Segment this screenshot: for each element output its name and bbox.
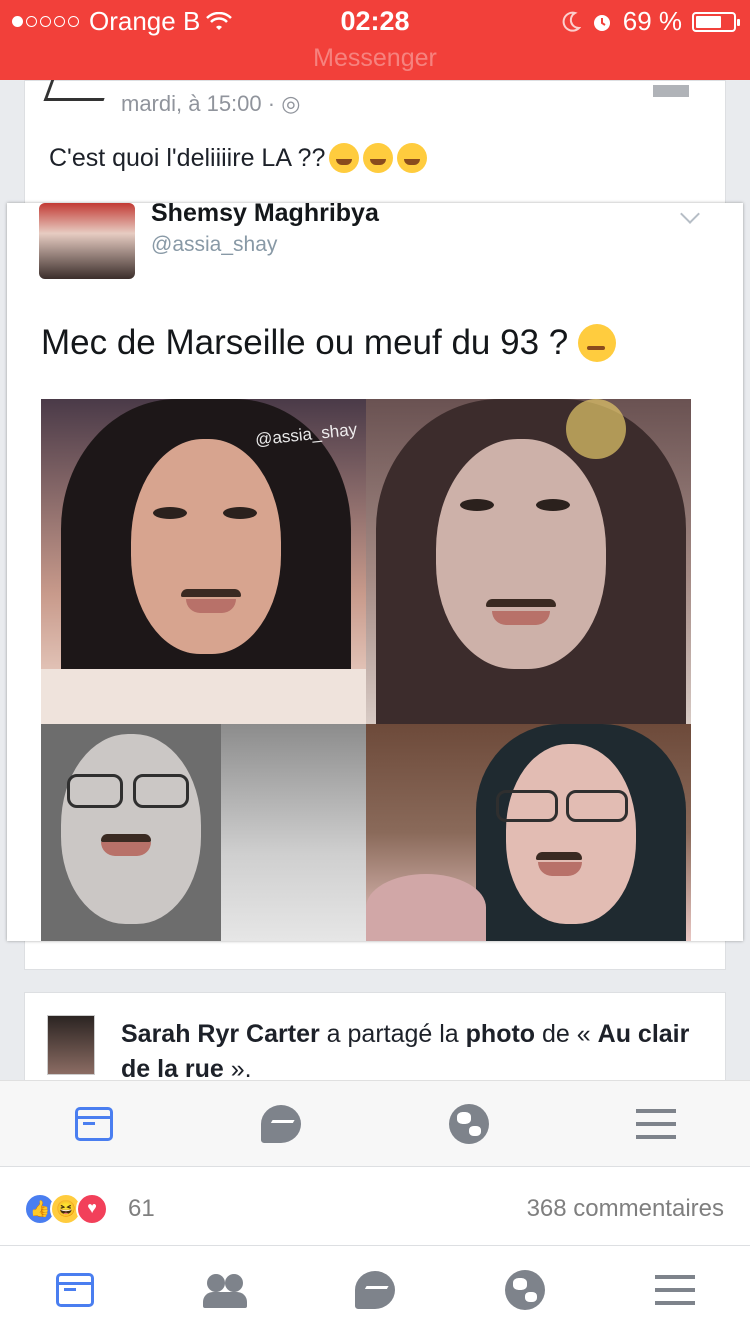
reaction-count[interactable]: 61 bbox=[128, 1195, 155, 1223]
photo-2 bbox=[366, 399, 691, 724]
messenger-icon bbox=[355, 1271, 395, 1309]
love-reaction-icon: ♥ bbox=[76, 1193, 108, 1225]
embedded-tweet-image[interactable]: Shemsy Maghribya @assia_shay Mec de Mars… bbox=[7, 203, 743, 941]
screenshot-tab-bar bbox=[0, 1080, 750, 1166]
tab-explore[interactable] bbox=[419, 1094, 519, 1154]
post-timestamp: mardi, à 15:00 · ◎ bbox=[121, 91, 301, 116]
comment-count[interactable]: 368 commentaires bbox=[527, 1195, 724, 1223]
tab-messenger[interactable] bbox=[325, 1260, 425, 1320]
tab-friends[interactable] bbox=[175, 1260, 275, 1320]
tab-news-feed[interactable] bbox=[44, 1094, 144, 1154]
tab-news-feed[interactable] bbox=[25, 1260, 125, 1320]
post-options-icon[interactable] bbox=[653, 85, 689, 97]
reaction-bar: 👍 😆 ♥ 61 368 commentaires bbox=[0, 1166, 750, 1246]
tweet-handle: @assia_shay bbox=[151, 233, 278, 256]
tab-menu[interactable] bbox=[625, 1260, 725, 1320]
status-right: 69 % bbox=[561, 6, 740, 37]
moon-icon bbox=[562, 11, 581, 32]
battery-fill bbox=[696, 15, 721, 28]
crying-emoji-icon bbox=[363, 143, 394, 173]
status-bar: Orange B 02:28 69 % Messenger bbox=[0, 0, 750, 80]
photo-collage bbox=[41, 399, 691, 941]
globe-icon bbox=[448, 1103, 489, 1144]
post-text: C'est quoi l'deliiiire LA ?? bbox=[49, 143, 428, 173]
main-tab-bar bbox=[0, 1246, 750, 1334]
share-user-avatar[interactable] bbox=[47, 1015, 95, 1075]
battery-percent: 69 % bbox=[622, 6, 682, 36]
laughing-emoji-icon bbox=[329, 143, 360, 173]
tab-explore[interactable] bbox=[475, 1260, 575, 1320]
share-card: Sarah Ryr Carter a partagé la photo de «… bbox=[24, 992, 726, 1080]
friends-icon bbox=[203, 1272, 247, 1308]
share-user-link[interactable]: Sarah Ryr Carter bbox=[121, 1020, 320, 1048]
reaction-icons[interactable]: 👍 😆 ♥ bbox=[24, 1193, 108, 1225]
globe-icon bbox=[505, 1270, 545, 1310]
photo-1 bbox=[41, 399, 366, 724]
tweet-avatar bbox=[39, 203, 135, 279]
share-text: Sarah Ryr Carter a partagé la photo de «… bbox=[121, 1017, 721, 1080]
share-photo-link[interactable]: photo bbox=[466, 1020, 535, 1048]
news-feed-icon bbox=[74, 1106, 113, 1141]
tab-menu[interactable] bbox=[606, 1094, 706, 1154]
battery-icon bbox=[692, 11, 740, 32]
feed-content[interactable]: mardi, à 15:00 · ◎ C'est quoi l'deliiiir… bbox=[0, 80, 750, 1080]
post-avatar[interactable] bbox=[43, 80, 115, 101]
thinking-emoji-icon bbox=[578, 324, 617, 362]
news-feed-icon bbox=[56, 1273, 94, 1307]
tweet-text: Mec de Marseille ou meuf du 93 ? bbox=[41, 323, 617, 363]
photo-3 bbox=[41, 724, 366, 941]
crying-emoji-icon bbox=[397, 143, 428, 173]
alarm-icon bbox=[593, 14, 610, 31]
globe-icon: ◎ bbox=[281, 91, 301, 116]
menu-icon bbox=[655, 1275, 695, 1305]
tweet-display-name: Shemsy Maghribya bbox=[151, 203, 379, 227]
tab-messenger[interactable] bbox=[231, 1094, 331, 1154]
photo-4 bbox=[366, 724, 691, 941]
messenger-icon bbox=[261, 1104, 302, 1143]
chevron-down-icon bbox=[680, 204, 700, 224]
app-name: Messenger bbox=[313, 44, 437, 72]
menu-icon bbox=[636, 1108, 677, 1139]
